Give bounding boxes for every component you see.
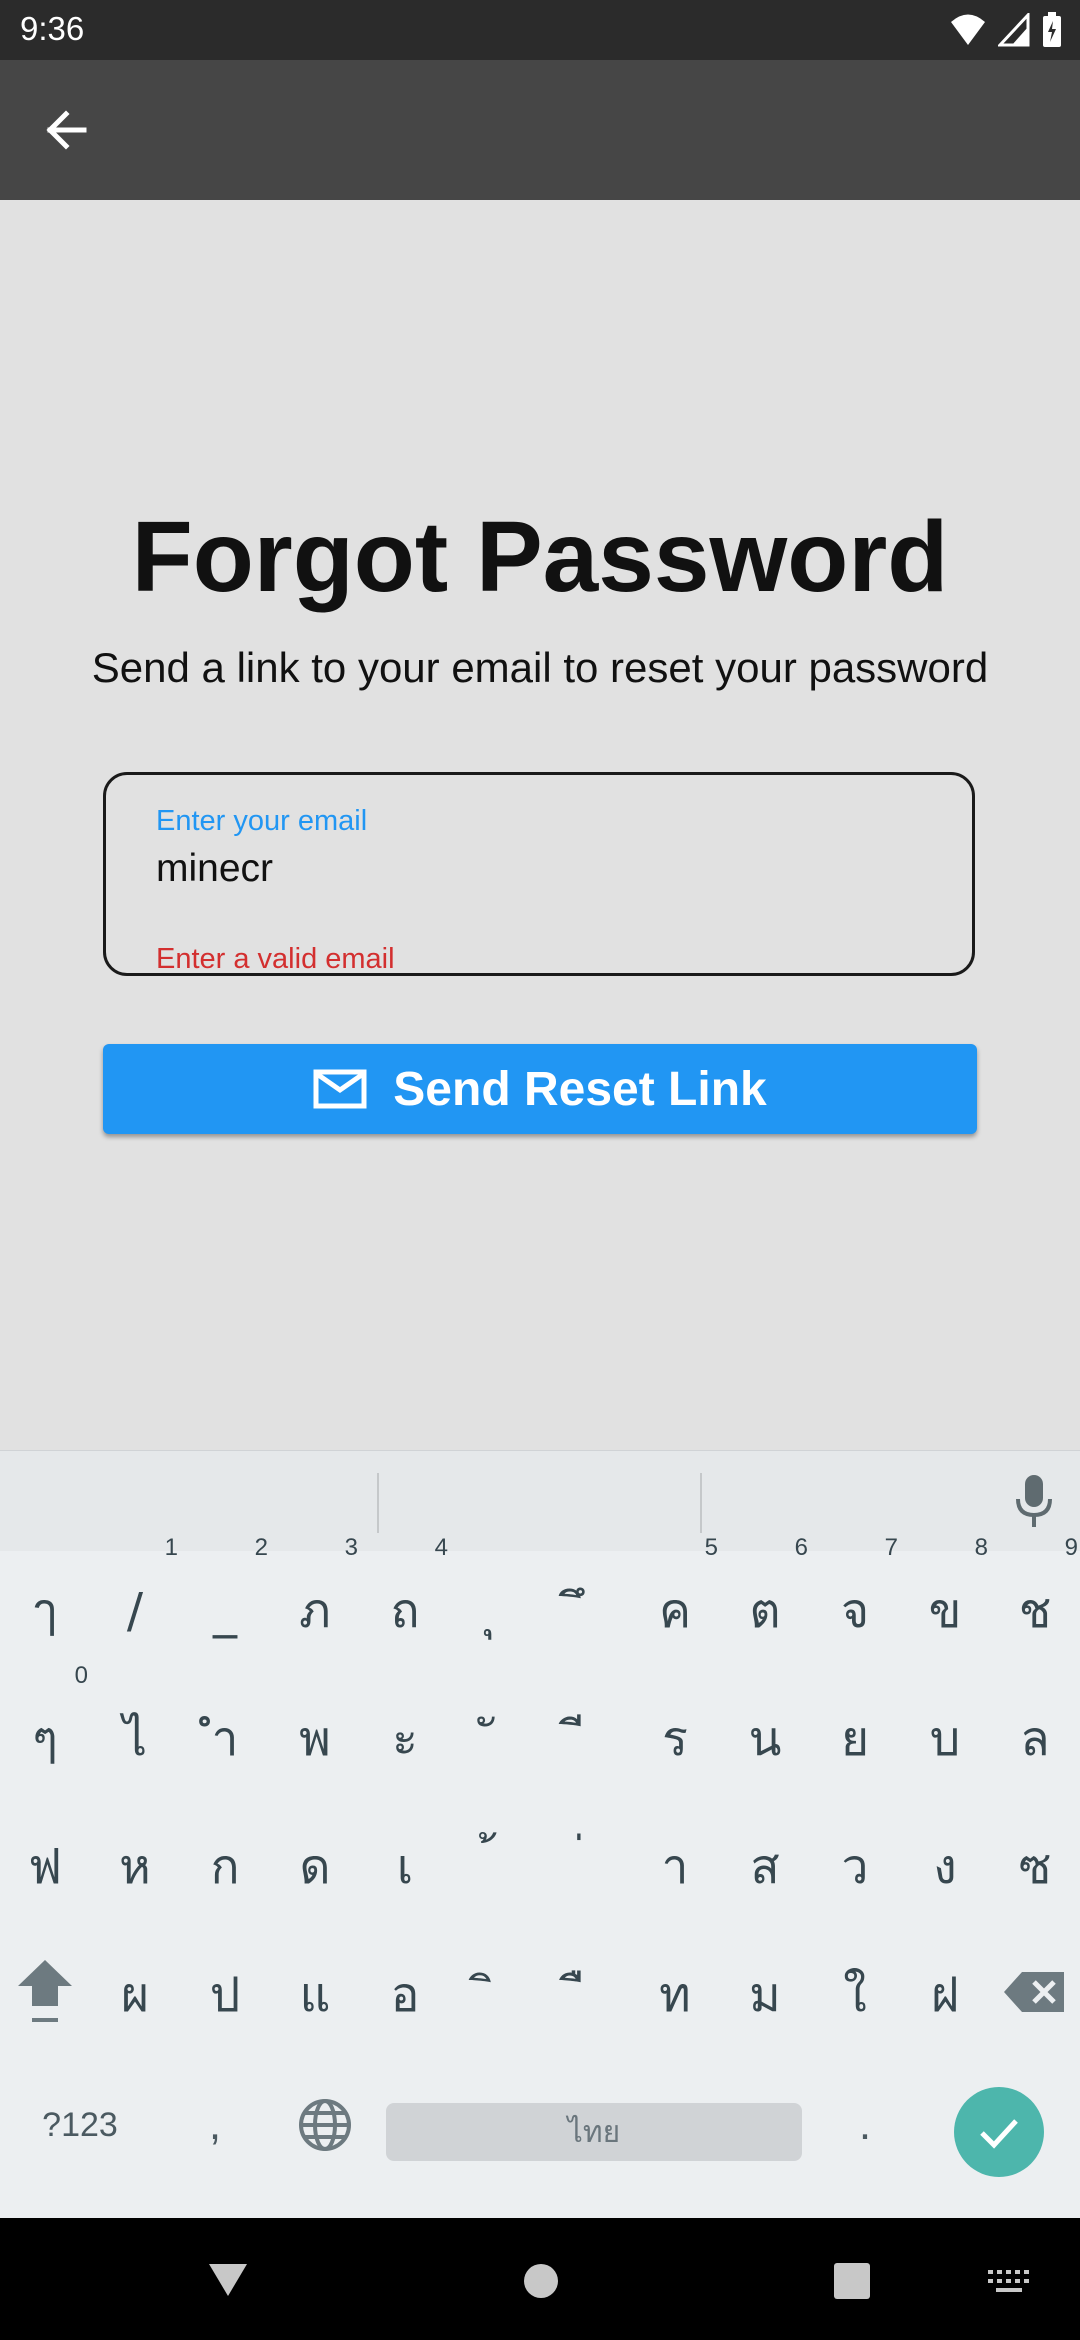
enter-key[interactable]: [954, 2087, 1044, 2177]
keyboard-key[interactable]: ๆ0: [0, 1662, 90, 1802]
symbols-key[interactable]: ?123: [30, 2085, 130, 2165]
keyboard-key[interactable]: ๅ: [0, 1548, 90, 1674]
keyboard-key[interactable]: จ7: [810, 1534, 900, 1674]
nav-home-icon[interactable]: [522, 2262, 560, 2300]
keyboard-key[interactable]: ห: [90, 1804, 180, 1930]
page-title: Forgot Password: [131, 501, 949, 613]
keyboard-key[interactable]: ม: [720, 1932, 810, 2058]
keyboard-key[interactable]: บ: [900, 1676, 990, 1802]
microphone-icon[interactable]: [1010, 1471, 1058, 1531]
period-key[interactable]: .: [830, 2080, 900, 2170]
backspace-key[interactable]: [1000, 1947, 1070, 2037]
keyboard-key[interactable]: ด: [270, 1804, 360, 1930]
comma-key[interactable]: ,: [180, 2080, 250, 2170]
keyboard-key[interactable]: ำ: [180, 1676, 270, 1802]
keyboard-key[interactable]: ล: [990, 1676, 1080, 1802]
app-bar: [0, 60, 1080, 200]
keyboard-switch-icon[interactable]: [988, 2270, 1030, 2294]
key-hint: 0: [74, 1662, 88, 1689]
key-hint: 2: [254, 1534, 268, 1561]
keyboard-key[interactable]: ซ: [990, 1804, 1080, 1930]
keyboard-key[interactable]: ิ: [450, 1932, 540, 2058]
keyboard-key[interactable]: ่: [540, 1804, 630, 1930]
keyboard-key[interactable]: ช9: [990, 1534, 1080, 1674]
space-key[interactable]: ไทย: [386, 2103, 802, 2161]
email-error-text: Enter a valid email: [156, 943, 395, 975]
status-time: 9:36: [20, 10, 85, 47]
key-hint: 1: [164, 1534, 178, 1561]
globe-icon: [299, 2099, 351, 2151]
status-bar: 9:36: [0, 0, 1080, 60]
keyboard-key[interactable]: ฝ: [900, 1932, 990, 2058]
email-field[interactable]: Enter your email minecr Enter a valid em…: [103, 772, 975, 976]
email-input[interactable]: minecr: [156, 847, 273, 891]
keyboard-key[interactable]: ก: [180, 1804, 270, 1930]
keyboard-key[interactable]: ้: [450, 1804, 540, 1930]
keyboard-key[interactable]: ั: [450, 1676, 540, 1802]
keyboard-key[interactable]: _ 2: [180, 1534, 270, 1674]
keyboard-key[interactable]: ส: [720, 1804, 810, 1930]
keyboard-key[interactable]: ุ: [450, 1548, 540, 1674]
keyboard-key[interactable]: ี: [540, 1676, 630, 1802]
nav-recents-icon[interactable]: [833, 2262, 871, 2300]
suggestion-divider: [377, 1473, 379, 1533]
nav-back-icon[interactable]: [205, 2260, 251, 2300]
send-reset-link-label: Send Reset Link: [393, 1062, 767, 1116]
language-key[interactable]: [290, 2080, 360, 2170]
keyboard-key[interactable]: า: [630, 1804, 720, 1930]
battery-icon: [1043, 12, 1061, 47]
keyboard-key[interactable]: ื: [540, 1932, 630, 2058]
keyboard-key[interactable]: ท: [630, 1932, 720, 2058]
email-field-label: Enter your email: [156, 805, 368, 837]
keyboard-key[interactable]: ร: [630, 1676, 720, 1802]
wifi-icon: [951, 14, 985, 45]
keyboard-key[interactable]: แ: [270, 1932, 360, 2058]
backspace-icon: [1004, 1972, 1064, 2012]
keyboard-key[interactable]: น: [720, 1676, 810, 1802]
keyboard-key[interactable]: ใ: [810, 1932, 900, 2058]
shift-key[interactable]: [10, 1947, 80, 2037]
keyboard-key[interactable]: ภ3: [270, 1534, 360, 1674]
keyboard-key[interactable]: ข8: [900, 1534, 990, 1674]
keyboard-key[interactable]: ง: [900, 1804, 990, 1930]
keyboard-key[interactable]: ย: [810, 1676, 900, 1802]
suggestion-divider: [700, 1473, 702, 1533]
keyboard-key[interactable]: ป: [180, 1932, 270, 2058]
navigation-bar: [0, 2218, 1080, 2340]
key-hint: 8: [974, 1534, 988, 1561]
mail-icon: [313, 1069, 367, 1109]
keyboard-key[interactable]: ว: [810, 1804, 900, 1930]
keyboard-key[interactable]: ไ: [90, 1676, 180, 1802]
keyboard-key[interactable]: ผ: [90, 1932, 180, 2058]
page-subtitle: Send a link to your email to reset your …: [91, 644, 989, 691]
keyboard-key[interactable]: ค5: [630, 1534, 720, 1674]
keyboard-key[interactable]: เ: [360, 1804, 450, 1930]
send-reset-link-button[interactable]: Send Reset Link: [103, 1044, 977, 1134]
keyboard-key[interactable]: /1: [90, 1534, 180, 1674]
key-hint: 7: [884, 1534, 898, 1561]
key-hint: 5: [704, 1534, 718, 1561]
keyboard-key[interactable]: ต6: [720, 1534, 810, 1674]
key-hint: 9: [1064, 1534, 1078, 1561]
shift-icon: [18, 1960, 72, 2022]
suggestion-strip: [0, 1450, 1080, 1551]
keyboard-key[interactable]: ฟ: [0, 1804, 90, 1930]
key-hint: 6: [794, 1534, 808, 1561]
key-hint: 4: [434, 1534, 448, 1561]
keyboard-key[interactable]: พ: [270, 1676, 360, 1802]
arrow-back-icon[interactable]: [40, 104, 92, 156]
keyboard: ๅ/1_2ภ3ถ4ุึค5ต6จ7ข8ช9 ๆ0ไำพะัีรนยบลฟหกดเ้…: [0, 1450, 1080, 2218]
status-icons: [950, 12, 1062, 48]
keyboard-key[interactable]: ึ: [540, 1548, 630, 1674]
key-hint: 3: [344, 1534, 358, 1561]
keyboard-key[interactable]: ะ: [360, 1676, 450, 1802]
signal-icon: [998, 13, 1030, 47]
keyboard-key[interactable]: ถ4: [360, 1534, 450, 1674]
check-icon: [980, 2119, 1018, 2149]
keyboard-key[interactable]: อ: [360, 1932, 450, 2058]
